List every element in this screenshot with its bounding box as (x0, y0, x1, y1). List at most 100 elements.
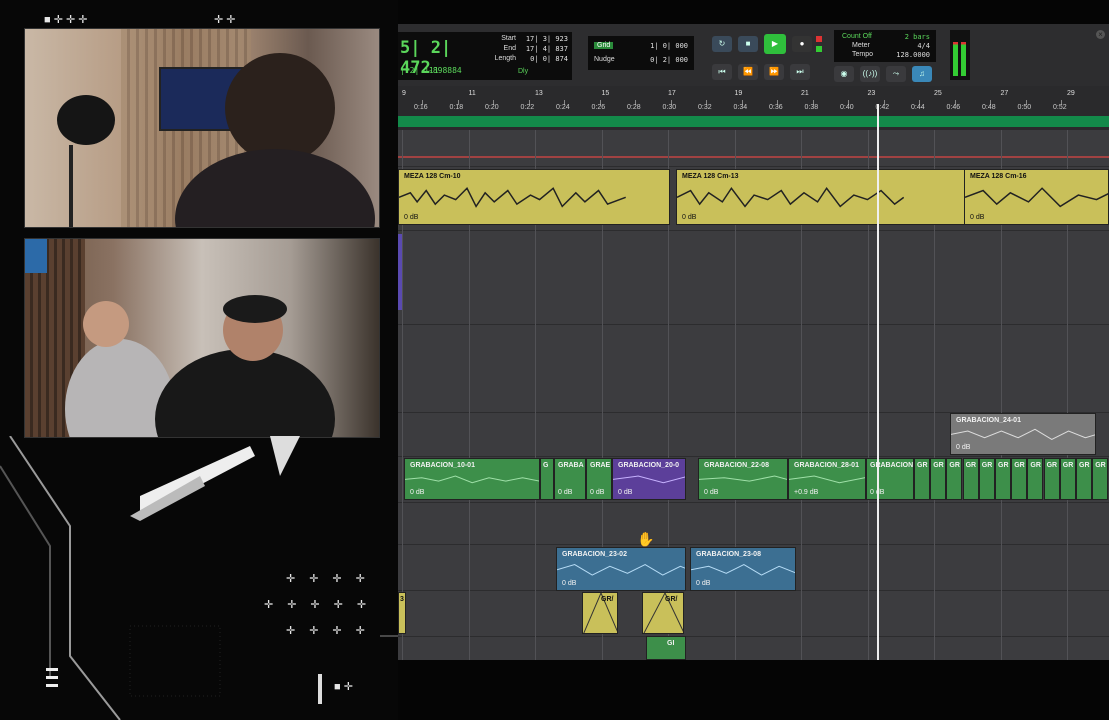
clip-gain: +0.9 dB (794, 489, 819, 496)
time-label: 0:24 (556, 104, 570, 111)
audio-clip[interactable]: GR (1092, 458, 1109, 500)
time-label: 0:30 (662, 104, 677, 111)
clip-gain: 0 dB (970, 214, 985, 221)
audio-clip-selected[interactable]: GRABACION_20-0 0 dB (612, 458, 686, 500)
play-button[interactable]: ▶ (764, 34, 786, 54)
nudge-value[interactable]: 0| 2| 000 (630, 56, 688, 64)
stop-button[interactable]: ■ (738, 36, 758, 52)
audio-clip[interactable]: GRABACION_22-08 0 dB (698, 458, 788, 500)
midi-merge-icon[interactable]: ((♪)) (860, 66, 880, 82)
grid-label[interactable]: Grid (594, 42, 614, 49)
daw-edit-window: 5| 2| 472 | 2| 111 -898884 Start 17| 3| … (398, 24, 1109, 660)
tempo-panel: Count Off 2 bars Meter 4/4 Tempo 128.000… (834, 30, 936, 62)
main-counter[interactable]: 5| 2| 472 | 2| 111 -898884 (398, 32, 478, 80)
length-value[interactable]: 0| 0| 874 (524, 55, 568, 63)
clip-gain: 0 dB (682, 214, 697, 221)
rewind-icon[interactable]: ⏪ (738, 64, 758, 80)
time-label: 0:38 (804, 104, 819, 111)
clip-name: GR (1062, 462, 1074, 469)
webcam-view-2 (24, 238, 380, 438)
grid-nudge-panel: Grid 1| 0| 000 Nudge 0| 2| 000 (588, 36, 694, 70)
audio-clip[interactable]: GR (995, 458, 1011, 500)
tempo-label: Tempo (852, 51, 874, 58)
lane-separator (398, 166, 1109, 167)
audio-clip[interactable]: MEZA 128 Cm-13 0 dB (676, 169, 966, 225)
audio-clip[interactable]: GR (930, 458, 947, 500)
clip-name: GI (667, 640, 675, 647)
meter-value[interactable]: 4/4 (917, 42, 930, 50)
time-label: 0:36 (769, 104, 783, 111)
end-value[interactable]: 17| 4| 837 (524, 45, 568, 53)
microphone (57, 95, 115, 145)
bar-number: 17 (668, 90, 676, 97)
audio-clip[interactable]: GR (946, 458, 963, 500)
audio-clip[interactable]: GRABACION_24-01 0 dB (950, 413, 1096, 455)
audio-clip[interactable]: GR (962, 458, 979, 500)
tempo-value[interactable]: 128.0000 (896, 51, 930, 59)
audio-clip[interactable]: GI (646, 636, 686, 660)
audio-clip[interactable]: GRABACION_23-02 0 dB (556, 547, 686, 591)
audio-clip[interactable]: GRABACION_23-08 0 dB (690, 547, 796, 591)
marker-ruler[interactable] (398, 116, 1109, 127)
count-off-label[interactable]: Count Off (842, 33, 872, 40)
clip-gain: 0 dB (562, 580, 577, 587)
audio-clip[interactable]: G (540, 458, 554, 500)
clip-name: GRABACION_22-08 (704, 462, 769, 469)
audio-clip[interactable]: GRABACION_28-01 +0.9 dB (788, 458, 866, 500)
audio-clip[interactable]: GR/ (582, 592, 618, 634)
fast-forward-icon[interactable]: ⏩ (764, 64, 784, 80)
audio-clip[interactable]: GR (978, 458, 995, 500)
record-button[interactable]: ● (792, 36, 812, 52)
audio-clip[interactable]: GR/ (642, 592, 684, 634)
back-to-start-icon[interactable]: ⏮ (712, 64, 732, 80)
bar-number: 23 (867, 90, 876, 97)
audio-clip[interactable]: GR (1043, 458, 1060, 500)
loop-icon[interactable]: ↻ (712, 36, 732, 52)
audio-clip[interactable]: GR (1027, 458, 1044, 500)
audio-clip[interactable]: GRABACION_10-01 0 dB (404, 458, 540, 500)
clip-name: GR/ (665, 596, 678, 603)
plus-decor-icon: ✛ ✛ (214, 14, 236, 26)
waveform (557, 561, 686, 579)
time-label: 0:16 (414, 104, 428, 111)
plus-decor-icon: ■ ✛ ✛ ✛ (44, 14, 88, 26)
wait-for-note-icon[interactable]: ⤳ (886, 66, 906, 82)
waveform (699, 471, 788, 488)
meter-label: Meter (852, 42, 870, 49)
dly-label[interactable]: Dly (518, 68, 528, 75)
nudge-label: Nudge (594, 56, 615, 63)
start-value[interactable]: 17| 3| 923 (524, 35, 568, 43)
time-label: 0:20 (485, 104, 499, 111)
clip-name: GR (1046, 462, 1058, 469)
plus-decor-icon: ✛✛✛✛ (286, 573, 379, 585)
audio-clip[interactable]: MEZA 128 Cm-16 0 dB (964, 169, 1109, 225)
waveform (677, 186, 904, 209)
conductor-icon[interactable]: ♫ (912, 66, 932, 82)
metronome-icon[interactable]: ◉ (834, 66, 854, 82)
fade-curve (643, 593, 683, 633)
offset-value: -898884 (428, 66, 462, 75)
audio-clip[interactable]: GRAE 0 dB (586, 458, 612, 500)
clip-name: G (543, 462, 549, 469)
time-label: 0:32 (698, 104, 712, 111)
clip-name: GR (917, 462, 928, 469)
clip-name: MEZA 128 Cm-16 (970, 173, 1027, 180)
audio-clip[interactable]: GRABACION 0 dB (866, 458, 914, 500)
audio-clip[interactable]: GR (1076, 458, 1092, 500)
clip-gain: 0 dB (410, 489, 425, 496)
audio-clip[interactable]: GR (914, 458, 930, 500)
audio-clip[interactable]: 3 (398, 592, 406, 634)
clip-name: GR (1079, 462, 1090, 469)
audio-clip[interactable]: GR (1011, 458, 1028, 500)
audio-clip[interactable]: GRABA 0 dB (554, 458, 586, 500)
length-label: Length (494, 55, 516, 62)
waveform (965, 186, 1109, 209)
grid-value[interactable]: 1| 0| 000 (630, 42, 688, 50)
start-label: Start (501, 35, 516, 42)
playhead[interactable] (877, 104, 879, 660)
forward-to-end-icon[interactable]: ⏭ (790, 64, 810, 80)
clip-name: GRAE (590, 462, 611, 469)
audio-clip[interactable]: MEZA 128 Cm-10 0 dB (398, 169, 670, 225)
close-icon[interactable]: × (1096, 30, 1105, 39)
audio-clip[interactable]: GR (1059, 458, 1076, 500)
